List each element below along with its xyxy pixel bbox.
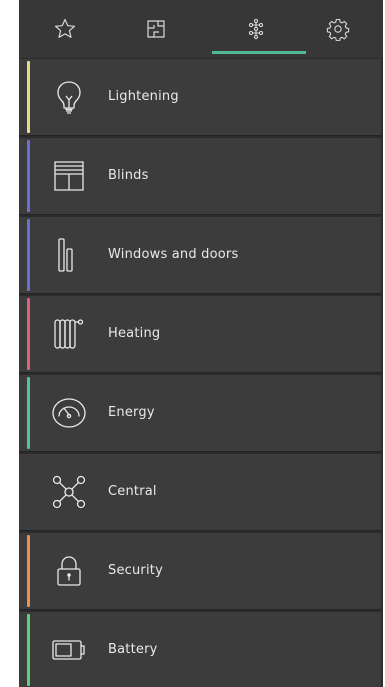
category-item-blinds[interactable]: Blinds	[19, 138, 383, 214]
gear-icon	[326, 18, 349, 41]
lock-icon	[50, 552, 88, 590]
battery-icon	[50, 631, 88, 669]
category-label: Battery	[108, 642, 158, 657]
category-item-security[interactable]: Security	[19, 533, 383, 609]
active-tab-indicator	[212, 51, 306, 54]
category-accent-bar	[27, 140, 30, 212]
blinds-icon	[50, 157, 88, 195]
category-label: Windows and doors	[108, 247, 239, 262]
tab-rooms[interactable]	[110, 0, 201, 58]
category-label: Security	[108, 563, 163, 578]
category-label: Energy	[108, 405, 155, 420]
app-window: Lightening Blinds Windows and doors Heat…	[19, 0, 383, 687]
radiator-icon	[50, 315, 88, 353]
category-accent-bar	[27, 377, 30, 449]
category-item-lightening[interactable]: Lightening	[19, 59, 383, 135]
top-navigation	[19, 0, 383, 58]
category-accent-bar	[27, 614, 30, 686]
category-label: Heating	[108, 326, 161, 341]
window-door-icon	[50, 236, 88, 274]
gauge-icon	[50, 394, 88, 432]
categories-icon	[248, 18, 263, 40]
category-label: Blinds	[108, 168, 149, 183]
category-item-heating[interactable]: Heating	[19, 296, 383, 372]
network-hub-icon	[50, 473, 88, 511]
tab-settings[interactable]	[292, 0, 383, 58]
tab-favorites[interactable]	[19, 0, 110, 58]
list-scrollbar[interactable]	[381, 59, 383, 687]
tab-categories[interactable]	[210, 0, 301, 58]
floorplan-icon	[146, 20, 165, 38]
category-item-windows-doors[interactable]: Windows and doors	[19, 217, 383, 293]
category-accent-bar	[27, 61, 30, 133]
category-accent-bar	[27, 219, 30, 291]
category-item-energy[interactable]: Energy	[19, 375, 383, 451]
category-accent-bar	[27, 298, 30, 370]
category-item-battery[interactable]: Battery	[19, 612, 383, 687]
category-label: Lightening	[108, 89, 179, 104]
star-icon	[54, 18, 75, 38]
category-item-central[interactable]: Central	[19, 454, 383, 530]
category-list: Lightening Blinds Windows and doors Heat…	[19, 59, 383, 687]
category-label: Central	[108, 484, 157, 499]
lightbulb-icon	[50, 78, 88, 116]
category-accent-bar	[27, 535, 30, 607]
